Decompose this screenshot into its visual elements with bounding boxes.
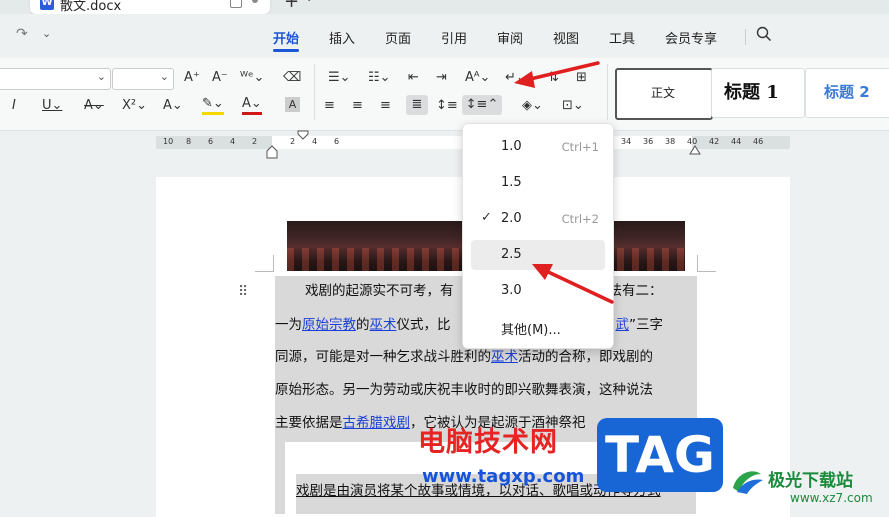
watermark-url: www.tagxp.com bbox=[422, 466, 585, 487]
annotation-arrow-line bbox=[524, 61, 600, 82]
tag-logo: TAG bbox=[597, 418, 723, 492]
site-url: www.xz7.com bbox=[790, 491, 873, 505]
annotation-arrow-line bbox=[542, 268, 614, 304]
site-logo-icon bbox=[733, 471, 763, 494]
watermark-text: 电脑技术网 bbox=[418, 427, 558, 458]
annotation-arrowhead bbox=[514, 71, 535, 88]
site-name: 极光下载站 bbox=[768, 471, 853, 491]
